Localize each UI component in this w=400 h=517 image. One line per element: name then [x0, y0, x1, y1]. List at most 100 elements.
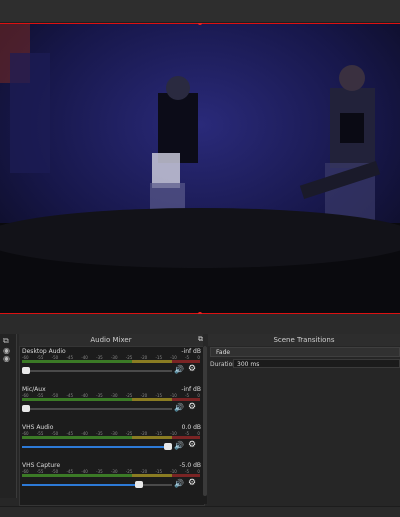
tick-label: -30: [110, 469, 118, 474]
mixer-channel: VHS Audio 0.0 dB -60 -55 -50 -45 -40 -35 -30 -25 -…: [20, 424, 204, 454]
volume-slider[interactable]: [22, 481, 172, 488]
gear-icon[interactable]: ⚙: [188, 478, 196, 488]
float-dock-icon[interactable]: ⧉: [3, 336, 9, 346]
tick-label: -35: [96, 431, 103, 436]
volume-slider-knob[interactable]: [22, 405, 30, 412]
volume-slider[interactable]: [22, 443, 172, 450]
tick-label: -40: [81, 355, 88, 360]
tick-label: 0: [197, 393, 200, 398]
audio-mixer-panel: Desktop Audio -inf dB -60 -55 -50 -45 -40 -35 -3…: [19, 346, 205, 506]
mixer-scrollbar[interactable]: [203, 346, 207, 504]
meter-yellow-zone: [132, 436, 172, 439]
tick-label: -30: [110, 393, 118, 398]
tick-label: -35: [96, 469, 103, 474]
gear-icon[interactable]: ⚙: [188, 402, 196, 412]
tick-label: -60: [22, 355, 29, 360]
volume-slider-knob[interactable]: [22, 367, 30, 374]
eye-icon[interactable]: ◉: [3, 354, 10, 363]
preview-footer: [0, 314, 400, 334]
channel-db: -5.0 dB: [179, 462, 201, 469]
tick-label: -45: [66, 393, 74, 398]
speaker-icon[interactable]: 🔊: [174, 365, 184, 374]
tick-label: -35: [96, 355, 103, 360]
scene-transitions-title: Scene Transitions: [208, 334, 400, 346]
tick-label: -15: [155, 431, 162, 436]
tick-label: -30: [110, 355, 118, 360]
audio-mixer-title: Audio Mixer: [19, 334, 203, 346]
scene-transitions-panel: Fade Duration 300 ms: [208, 346, 400, 506]
tick-label: -50: [51, 431, 59, 436]
channel-name: Desktop Audio: [22, 348, 66, 355]
speaker-icon[interactable]: 🔊: [174, 403, 184, 412]
tick-label: -50: [51, 469, 59, 474]
volume-slider-knob[interactable]: [164, 443, 172, 450]
float-dock-icon[interactable]: ⧉: [198, 335, 203, 344]
channel-name: Mic/Aux: [22, 386, 46, 393]
volume-slider-knob[interactable]: [135, 481, 143, 488]
speaker-icon[interactable]: 🔊: [174, 479, 184, 488]
tick-label: -25: [125, 393, 133, 398]
transition-select[interactable]: Fade: [210, 347, 400, 357]
tick-label: -5: [185, 469, 190, 474]
tick-label: -50: [51, 393, 59, 398]
tick-label: -35: [96, 393, 103, 398]
mixer-channel: Desktop Audio -inf dB -60 -55 -50 -45 -40 -35 -3…: [20, 348, 204, 378]
tick-label: -60: [22, 469, 29, 474]
tick-label: -30: [110, 431, 118, 436]
tick-label: -10: [170, 393, 177, 398]
tick-label: 0: [197, 431, 200, 436]
tick-label: -60: [22, 431, 29, 436]
meter-red-zone: [171, 360, 200, 363]
preview-canvas[interactable]: [0, 23, 400, 314]
tick-label: -40: [81, 431, 88, 436]
tick-label: -10: [170, 355, 177, 360]
tick-label: -45: [66, 469, 74, 474]
tick-label: -25: [125, 355, 133, 360]
tick-label: 0: [197, 469, 200, 474]
status-bar: [0, 506, 400, 517]
gear-icon[interactable]: ⚙: [188, 440, 196, 450]
duration-input[interactable]: 300 ms: [233, 359, 400, 368]
volume-slider[interactable]: [22, 367, 172, 374]
sources-dock-partial: ⧉ ◉ ◉: [0, 334, 17, 498]
meter-ticks: -60 -55 -50 -45 -40 -35 -30 -25 -20 -15 -10 -5 0: [22, 431, 200, 436]
tick-label: -40: [81, 393, 88, 398]
top-toolbar: [0, 0, 400, 23]
channel-db: 0.0 dB: [181, 424, 201, 431]
meter-green-zone: [22, 360, 133, 363]
tick-label: -40: [81, 469, 88, 474]
meter-ticks: -60 -55 -50 -45 -40 -35 -30 -25 -20 -15 -10 -5 0: [22, 469, 200, 474]
volume-slider-fill: [22, 446, 172, 448]
meter-red-zone: [171, 398, 200, 401]
channel-db: -inf dB: [181, 386, 201, 393]
meter-yellow-zone: [132, 474, 172, 477]
channel-name: VHS Capture: [22, 462, 61, 469]
volume-meter: [22, 360, 200, 363]
tick-label: -15: [155, 355, 162, 360]
tick-label: -25: [125, 431, 133, 436]
channel-db: -inf dB: [181, 348, 201, 355]
scrollbar-thumb[interactable]: [203, 346, 207, 496]
volume-slider[interactable]: [22, 405, 172, 412]
tick-label: -45: [66, 431, 74, 436]
tick-label: -20: [140, 355, 148, 360]
meter-red-zone: [171, 474, 200, 477]
tick-label: 0: [197, 355, 200, 360]
meter-yellow-zone: [132, 398, 172, 401]
gear-icon[interactable]: ⚙: [188, 364, 196, 374]
tick-label: -15: [155, 469, 162, 474]
volume-meter: [22, 474, 200, 477]
tick-label: -15: [155, 393, 162, 398]
video-frame: [0, 23, 400, 314]
tick-label: -55: [36, 431, 44, 436]
meter-ticks: -60 -55 -50 -45 -40 -35 -30 -25 -20 -15 -10 -5 0: [22, 393, 200, 398]
volume-slider-fill: [22, 484, 139, 486]
meter-ticks: -60 -55 -50 -45 -40 -35 -30 -25 -20 -15 -10 -5 0: [22, 355, 200, 360]
speaker-icon[interactable]: 🔊: [174, 441, 184, 450]
tick-label: -20: [140, 469, 148, 474]
channel-name: VHS Audio: [22, 424, 54, 431]
tick-label: -55: [36, 469, 44, 474]
tick-label: -45: [66, 355, 74, 360]
meter-yellow-zone: [132, 360, 172, 363]
tick-label: -60: [22, 393, 29, 398]
